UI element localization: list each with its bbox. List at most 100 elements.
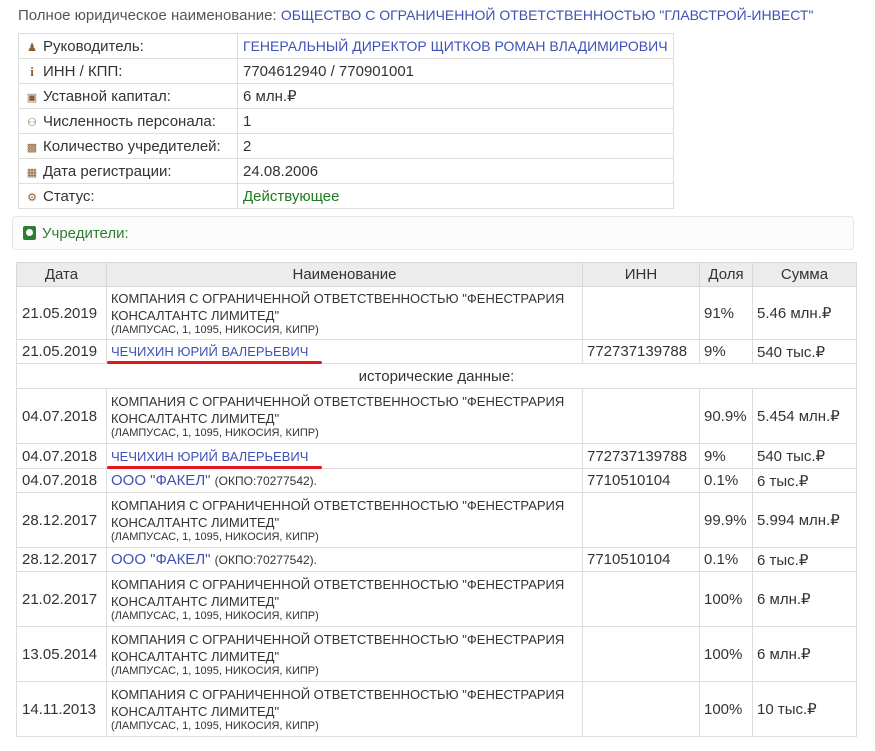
staff-value: 1 <box>237 108 674 134</box>
row-date: 04.07.2018 <box>16 388 107 444</box>
header-date: Дата <box>16 262 107 287</box>
row-person-link[interactable]: ЧЕЧИХИН ЮРИЙ ВАЛЕРЬЕВИЧ <box>106 344 323 364</box>
row-share: 100% <box>699 681 753 737</box>
row-inn: 772737139788 <box>582 443 700 469</box>
row-date: 28.12.2017 <box>16 492 107 548</box>
row-inn <box>582 492 700 548</box>
row-inn <box>582 681 700 737</box>
inn-label: ИНН / КПП: <box>43 62 123 80</box>
founders-panel: Учредители: <box>12 216 854 250</box>
table-row: 21.02.2017 КОМПАНИЯ С ОГРАНИЧЕННОЙ ОТВЕТ… <box>16 571 857 627</box>
row-share: 100% <box>699 626 753 682</box>
row-company-name: КОМПАНИЯ С ОГРАНИЧЕННОЙ ОТВЕТСТВЕННОСТЬЮ… <box>111 498 565 530</box>
row-sum: 10 тыс.₽ <box>752 681 857 737</box>
header-sum: Сумма <box>752 262 857 287</box>
status-value: Действующее <box>237 183 674 209</box>
table-row: 04.07.2018 ЧЕЧИХИН ЮРИЙ ВАЛЕРЬЕВИЧ 77273… <box>16 443 857 469</box>
row-share: 9% <box>699 443 753 469</box>
table-row: 28.12.2017 КОМПАНИЯ С ОГРАНИЧЕННОЙ ОТВЕТ… <box>16 492 857 548</box>
reg-date-label: Дата регистрации: <box>43 162 172 180</box>
row-address: (ЛАМПУСАС, 1, 1095, НИКОСИЯ, КИПР) <box>111 610 319 622</box>
row-inn <box>582 388 700 444</box>
header-name: Наименование <box>106 262 583 287</box>
row-address: (ЛАМПУСАС, 1, 1095, НИКОСИЯ, КИПР) <box>111 531 319 543</box>
row-share: 9% <box>699 339 753 364</box>
row-date: 13.05.2014 <box>16 626 107 682</box>
row-inn: 772737139788 <box>582 339 700 364</box>
founders-panel-title: Учредители: <box>42 225 129 242</box>
row-sum: 6 млн.₽ <box>752 626 857 682</box>
row-date: 14.11.2013 <box>16 681 107 737</box>
table-row: 04.07.2018 ООО "ФАКЕЛ" (ОКПО:70277542). … <box>16 468 857 493</box>
full-name-label: Полное юридическое наименование: <box>18 7 277 24</box>
row-address: (ЛАМПУСАС, 1, 1095, НИКОСИЯ, КИПР) <box>111 427 319 439</box>
gears-icon: ⚙ <box>27 191 37 204</box>
header-inn: ИНН <box>582 262 700 287</box>
table-row: 14.11.2013 КОМПАНИЯ С ОГРАНИЧЕННОЙ ОТВЕТ… <box>16 681 857 737</box>
row-date: 04.07.2018 <box>16 443 107 469</box>
row-address: (ЛАМПУСАС, 1, 1095, НИКОСИЯ, КИПР) <box>111 720 319 732</box>
header-share: Доля <box>699 262 753 287</box>
capital-label: Уставной капитал: <box>43 87 171 105</box>
info-row-capital: ▣ Уставной капитал: 6 млн.₽ <box>18 83 674 109</box>
row-sum: 6 тыс.₽ <box>752 547 857 572</box>
row-sum: 540 тыс.₽ <box>752 339 857 364</box>
row-share: 91% <box>699 286 753 340</box>
table-row: 28.12.2017 ООО "ФАКЕЛ" (ОКПО:70277542). … <box>16 547 857 572</box>
info-row-inn: i ИНН / КПП: 7704612940 / 770901001 <box>18 58 674 84</box>
row-date: 21.05.2019 <box>16 339 107 364</box>
users-icon: ⚇ <box>27 116 37 129</box>
row-sum: 5.454 млн.₽ <box>752 388 857 444</box>
founder-icon: ▩ <box>26 141 38 154</box>
row-address: (ЛАМПУСАС, 1, 1095, НИКОСИЯ, КИПР) <box>111 324 319 336</box>
info-row-status: ⚙ Статус: Действующее <box>18 183 674 209</box>
info-row-founders-count: ▩ Количество учредителей: 2 <box>18 133 674 159</box>
row-org-link[interactable]: ООО "ФАКЕЛ" <box>111 472 211 489</box>
row-okpo: (ОКПО:70277542). <box>214 553 318 567</box>
founders-table: Дата Наименование ИНН Доля Сумма 21.05.2… <box>16 262 857 737</box>
reg-date-value: 24.08.2006 <box>237 158 674 184</box>
row-sum: 5.46 млн.₽ <box>752 286 857 340</box>
row-okpo: (ОКПО:70277542). <box>214 474 318 488</box>
row-company-name: КОМПАНИЯ С ОГРАНИЧЕННОЙ ОТВЕТСТВЕННОСТЬЮ… <box>111 394 565 426</box>
full-name-line: Полное юридическое наименование: ОБЩЕСТВ… <box>18 7 813 24</box>
row-share: 0.1% <box>699 547 753 572</box>
row-share: 99.9% <box>699 492 753 548</box>
table-row: 21.05.2019 КОМПАНИЯ С ОГРАНИЧЕННОЙ ОТВЕТ… <box>16 286 857 340</box>
info-row-staff: ⚇ Численность персонала: 1 <box>18 108 674 134</box>
director-link[interactable]: ГЕНЕРАЛЬНЫЙ ДИРЕКТОР ЩИТКОВ РОМАН ВЛАДИМ… <box>243 38 668 54</box>
table-row: 13.05.2014 КОМПАНИЯ С ОГРАНИЧЕННОЙ ОТВЕТ… <box>16 626 857 682</box>
row-inn <box>582 286 700 340</box>
row-org-link[interactable]: ООО "ФАКЕЛ" <box>111 551 211 568</box>
row-date: 21.05.2019 <box>16 286 107 340</box>
row-share: 100% <box>699 571 753 627</box>
staff-label: Численность персонала: <box>43 112 216 130</box>
full-name-link[interactable]: ОБЩЕСТВО С ОГРАНИЧЕННОЙ ОТВЕТСТВЕННОСТЬЮ… <box>281 7 814 23</box>
row-sum: 6 тыс.₽ <box>752 468 857 493</box>
table-row: 21.05.2019 ЧЕЧИХИН ЮРИЙ ВАЛЕРЬЕВИЧ 77273… <box>16 339 857 364</box>
row-sum: 5.994 млн.₽ <box>752 492 857 548</box>
row-date: 21.02.2017 <box>16 571 107 627</box>
row-company-name: КОМПАНИЯ С ОГРАНИЧЕННОЙ ОТВЕТСТВЕННОСТЬЮ… <box>111 291 565 323</box>
money-icon: ▣ <box>26 91 38 104</box>
info-icon: i <box>30 63 34 79</box>
calendar-icon: ▦ <box>26 166 38 179</box>
row-share: 90.9% <box>699 388 753 444</box>
row-company-name: КОМПАНИЯ С ОГРАНИЧЕННОЙ ОТВЕТСТВЕННОСТЬЮ… <box>111 632 565 664</box>
founders-header-row: Дата Наименование ИНН Доля Сумма <box>16 262 857 287</box>
founders-count-value: 2 <box>237 133 674 159</box>
director-label: Руководитель: <box>43 37 144 55</box>
row-date: 28.12.2017 <box>16 547 107 572</box>
row-inn: 7710510104 <box>582 468 700 493</box>
row-date: 04.07.2018 <box>16 468 107 493</box>
historical-row: исторические данные: <box>16 363 857 389</box>
row-inn <box>582 626 700 682</box>
company-info-table: ♟ Руководитель: ГЕНЕРАЛЬНЫЙ ДИРЕКТОР ЩИТК… <box>18 33 674 209</box>
founders-count-label: Количество учредителей: <box>43 137 221 155</box>
table-row: 04.07.2018 КОМПАНИЯ С ОГРАНИЧЕННОЙ ОТВЕТ… <box>16 388 857 444</box>
row-inn <box>582 571 700 627</box>
row-person-link[interactable]: ЧЕЧИХИН ЮРИЙ ВАЛЕРЬЕВИЧ <box>106 449 323 469</box>
inn-value: 7704612940 / 770901001 <box>237 58 674 84</box>
capital-value: 6 млн.₽ <box>237 83 674 109</box>
row-company-name: КОМПАНИЯ С ОГРАНИЧЕННОЙ ОТВЕТСТВЕННОСТЬЮ… <box>111 577 565 609</box>
